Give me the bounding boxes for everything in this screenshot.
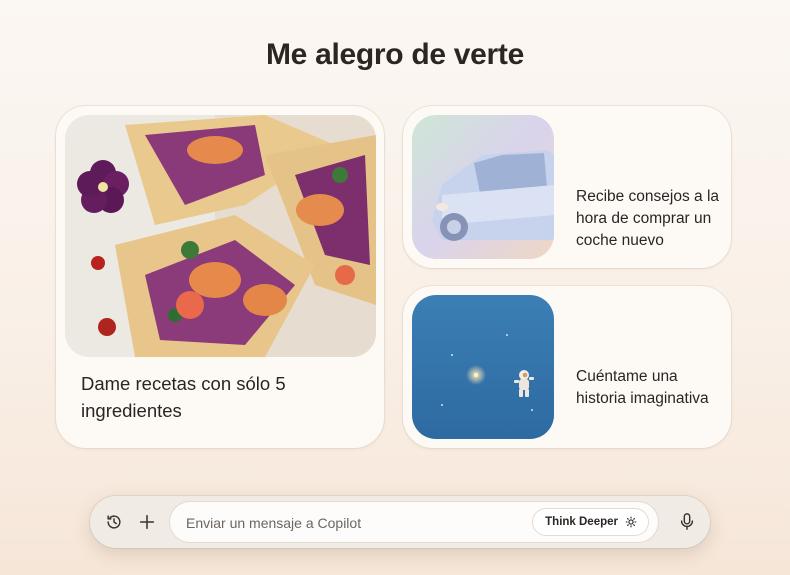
message-input-container: Think Deeper [170,502,658,544]
suggestion-card-story[interactable]: Cuéntame una historia imaginativa [403,286,731,448]
think-deeper-icon [624,515,638,529]
suggestion-card-recipes[interactable]: Dame recetas con sólo 5 ingredientes [56,106,384,448]
message-input[interactable] [184,502,548,544]
microphone-icon[interactable] [674,509,700,535]
message-composer: Think Deeper [90,496,710,548]
card-label: Dame recetas con sólo 5 ingredientes [81,373,286,421]
history-icon[interactable] [101,509,127,535]
card-label: Recibe consejos a la hora de comprar un … [576,188,720,249]
car-image [412,115,554,259]
suggestion-card-car-advice[interactable]: Recibe consejos a la hora de comprar un … [403,106,731,268]
think-deeper-button[interactable]: Think Deeper [533,509,648,535]
tacos-image [65,115,376,357]
page-title: Me alegro de verte [265,38,525,71]
astronaut-image [412,295,554,439]
plus-icon[interactable] [134,509,160,535]
card-label: Cuéntame una historia imaginativa [576,368,709,407]
think-deeper-label: Think Deeper [545,516,618,528]
